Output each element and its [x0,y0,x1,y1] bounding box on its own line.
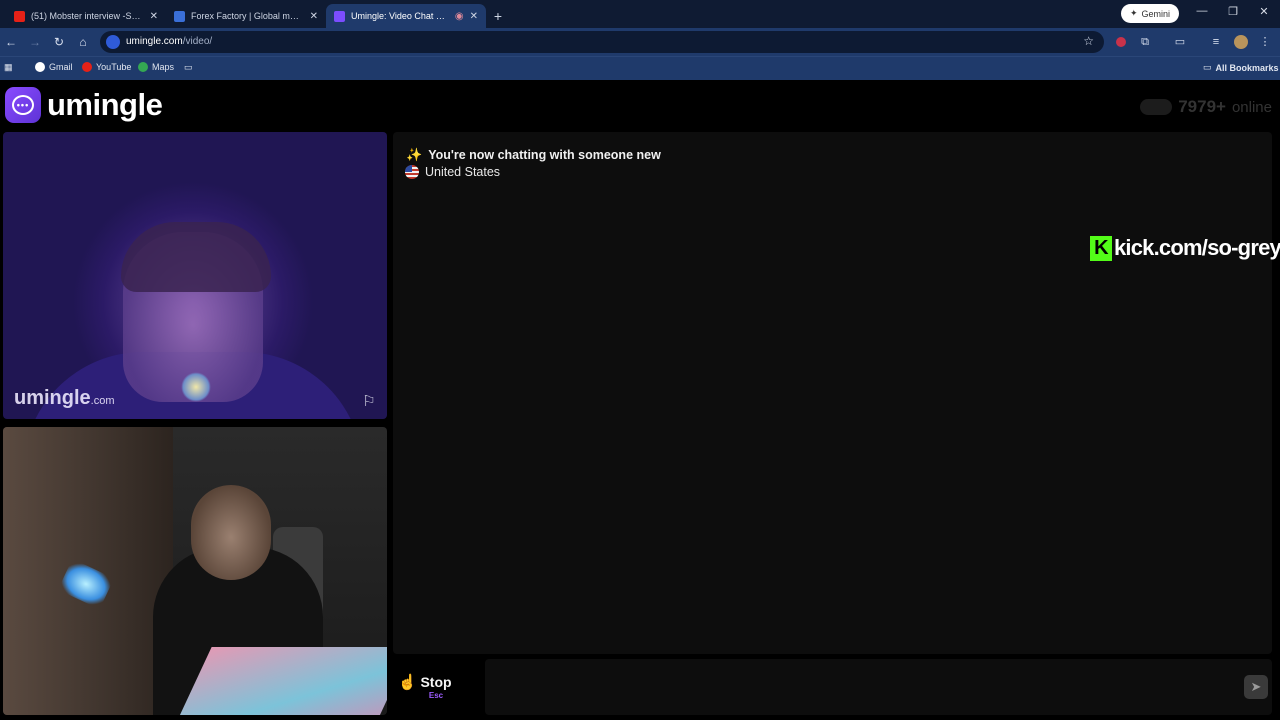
logo-text: umingle [47,87,163,122]
umingle-favicon-icon [334,10,345,22]
tab-umingle[interactable]: Umingle: Video Chat with St ◉ ✕ [326,4,486,28]
url-text: umingle.com/video/ [126,36,213,47]
recording-extension-icon[interactable] [1116,37,1126,47]
youtube-icon [82,62,92,72]
bookmark-gmail[interactable]: Gmail [35,62,73,72]
profile-avatar-icon[interactable] [1234,35,1248,49]
close-tab-icon[interactable]: ✕ [310,11,318,22]
tab-forex-factory[interactable]: Forex Factory | Global markets f ✕ [166,4,326,28]
gemini-label: Gemini [1141,8,1171,19]
site-info-icon[interactable] [106,35,120,49]
restore-icon[interactable]: ❐ [1223,5,1243,18]
system-message: ✨ You're now chatting with someone new [406,147,661,162]
online-indicator: 7979+ online [1140,97,1272,117]
recording-indicator-icon: ◉ [454,10,464,22]
close-window-icon[interactable]: ✕ [1254,5,1274,18]
all-bookmarks-button[interactable]: ▭ All Bookmarks [1203,62,1279,73]
bookmark-star-icon[interactable]: ☆ [1083,34,1094,48]
youtube-favicon-icon [14,10,25,22]
local-video [3,427,387,715]
tab-title: Umingle: Video Chat with St [351,11,449,21]
kebab-menu-icon[interactable]: ⋮ [1257,34,1273,50]
page: ••• umingle 7979+ online umingle.com ⚐ ✨… [0,81,1280,720]
video-watermark: umingle.com [14,387,115,409]
kick-logo-icon: K [1090,235,1112,261]
gemini-sparkle-icon: ✦ [1130,8,1138,18]
back-arrow-icon[interactable]: ← [3,34,19,50]
message-input[interactable] [485,659,1272,715]
pointer-cursor-icon: ☝ [398,674,417,691]
maps-pin-icon [138,62,148,72]
send-icon[interactable]: ➤ [1244,675,1268,699]
sparkles-icon: ✨ [406,147,423,162]
folder-icon: ▭ [1203,62,1212,72]
browser-toolbar: ← → ↻ ⌂ umingle.com/video/ ☆ ⧉ ▭ ≡ ⋮ [0,28,1280,56]
chat-bubble-logo-icon: ••• [5,87,41,123]
forward-arrow-icon[interactable]: → [27,34,43,50]
new-tab-button[interactable]: + [486,4,510,28]
forex-favicon-icon [174,10,185,22]
google-icon [35,62,45,72]
chat-panel: ✨ You're now chatting with someone new U… [393,132,1272,654]
remote-video: umingle.com ⚐ [3,132,387,419]
minimize-icon[interactable]: — [1192,5,1212,17]
stop-label: Stop [420,674,452,690]
site-logo[interactable]: ••• umingle [5,87,163,123]
report-flag-icon[interactable]: ⚐ [360,393,378,411]
close-tab-icon[interactable]: ✕ [150,11,158,22]
us-flag-icon [405,165,419,179]
cast-icon[interactable]: ▭ [1172,34,1188,50]
bookmark-folder-icon[interactable]: ▭ [184,62,193,73]
tab-title: (51) Mobster interview -Sammy [31,11,144,21]
tab-strip: (51) Mobster interview -Sammy ✕ Forex Fa… [0,0,1280,28]
bookmark-youtube[interactable]: YouTube [82,62,131,72]
address-bar[interactable]: umingle.com/video/ ☆ [100,31,1104,53]
reload-icon[interactable]: ↻ [51,34,67,50]
tab-search-icon[interactable]: ≡ [1208,34,1224,50]
partner-country: United States [405,165,500,179]
extensions-puzzle-icon[interactable]: ⧉ [1137,34,1153,50]
home-icon[interactable]: ⌂ [75,34,91,50]
stop-shortcut-hint: Esc [428,691,444,700]
tab-title: Forex Factory | Global markets f [191,11,304,21]
apps-grid-icon[interactable]: ▦ [4,62,13,73]
theme-toggle[interactable] [1140,99,1173,115]
gemini-button[interactable]: ✦ Gemini [1121,4,1180,23]
online-count: 7979+ [1178,97,1226,116]
kick-overlay-text: kick.com/so-grey [1114,235,1280,260]
bookmarks-bar: ▦ Gmail YouTube Maps ▭ ▭ All Bookmarks [0,56,1280,80]
kick-overlay: K kick.com/so-grey [1090,235,1280,261]
bookmark-maps[interactable]: Maps [138,62,174,72]
tab-youtube[interactable]: (51) Mobster interview -Sammy ✕ [6,4,166,28]
online-label: online [1231,98,1272,116]
close-tab-icon[interactable]: ✕ [470,11,478,22]
